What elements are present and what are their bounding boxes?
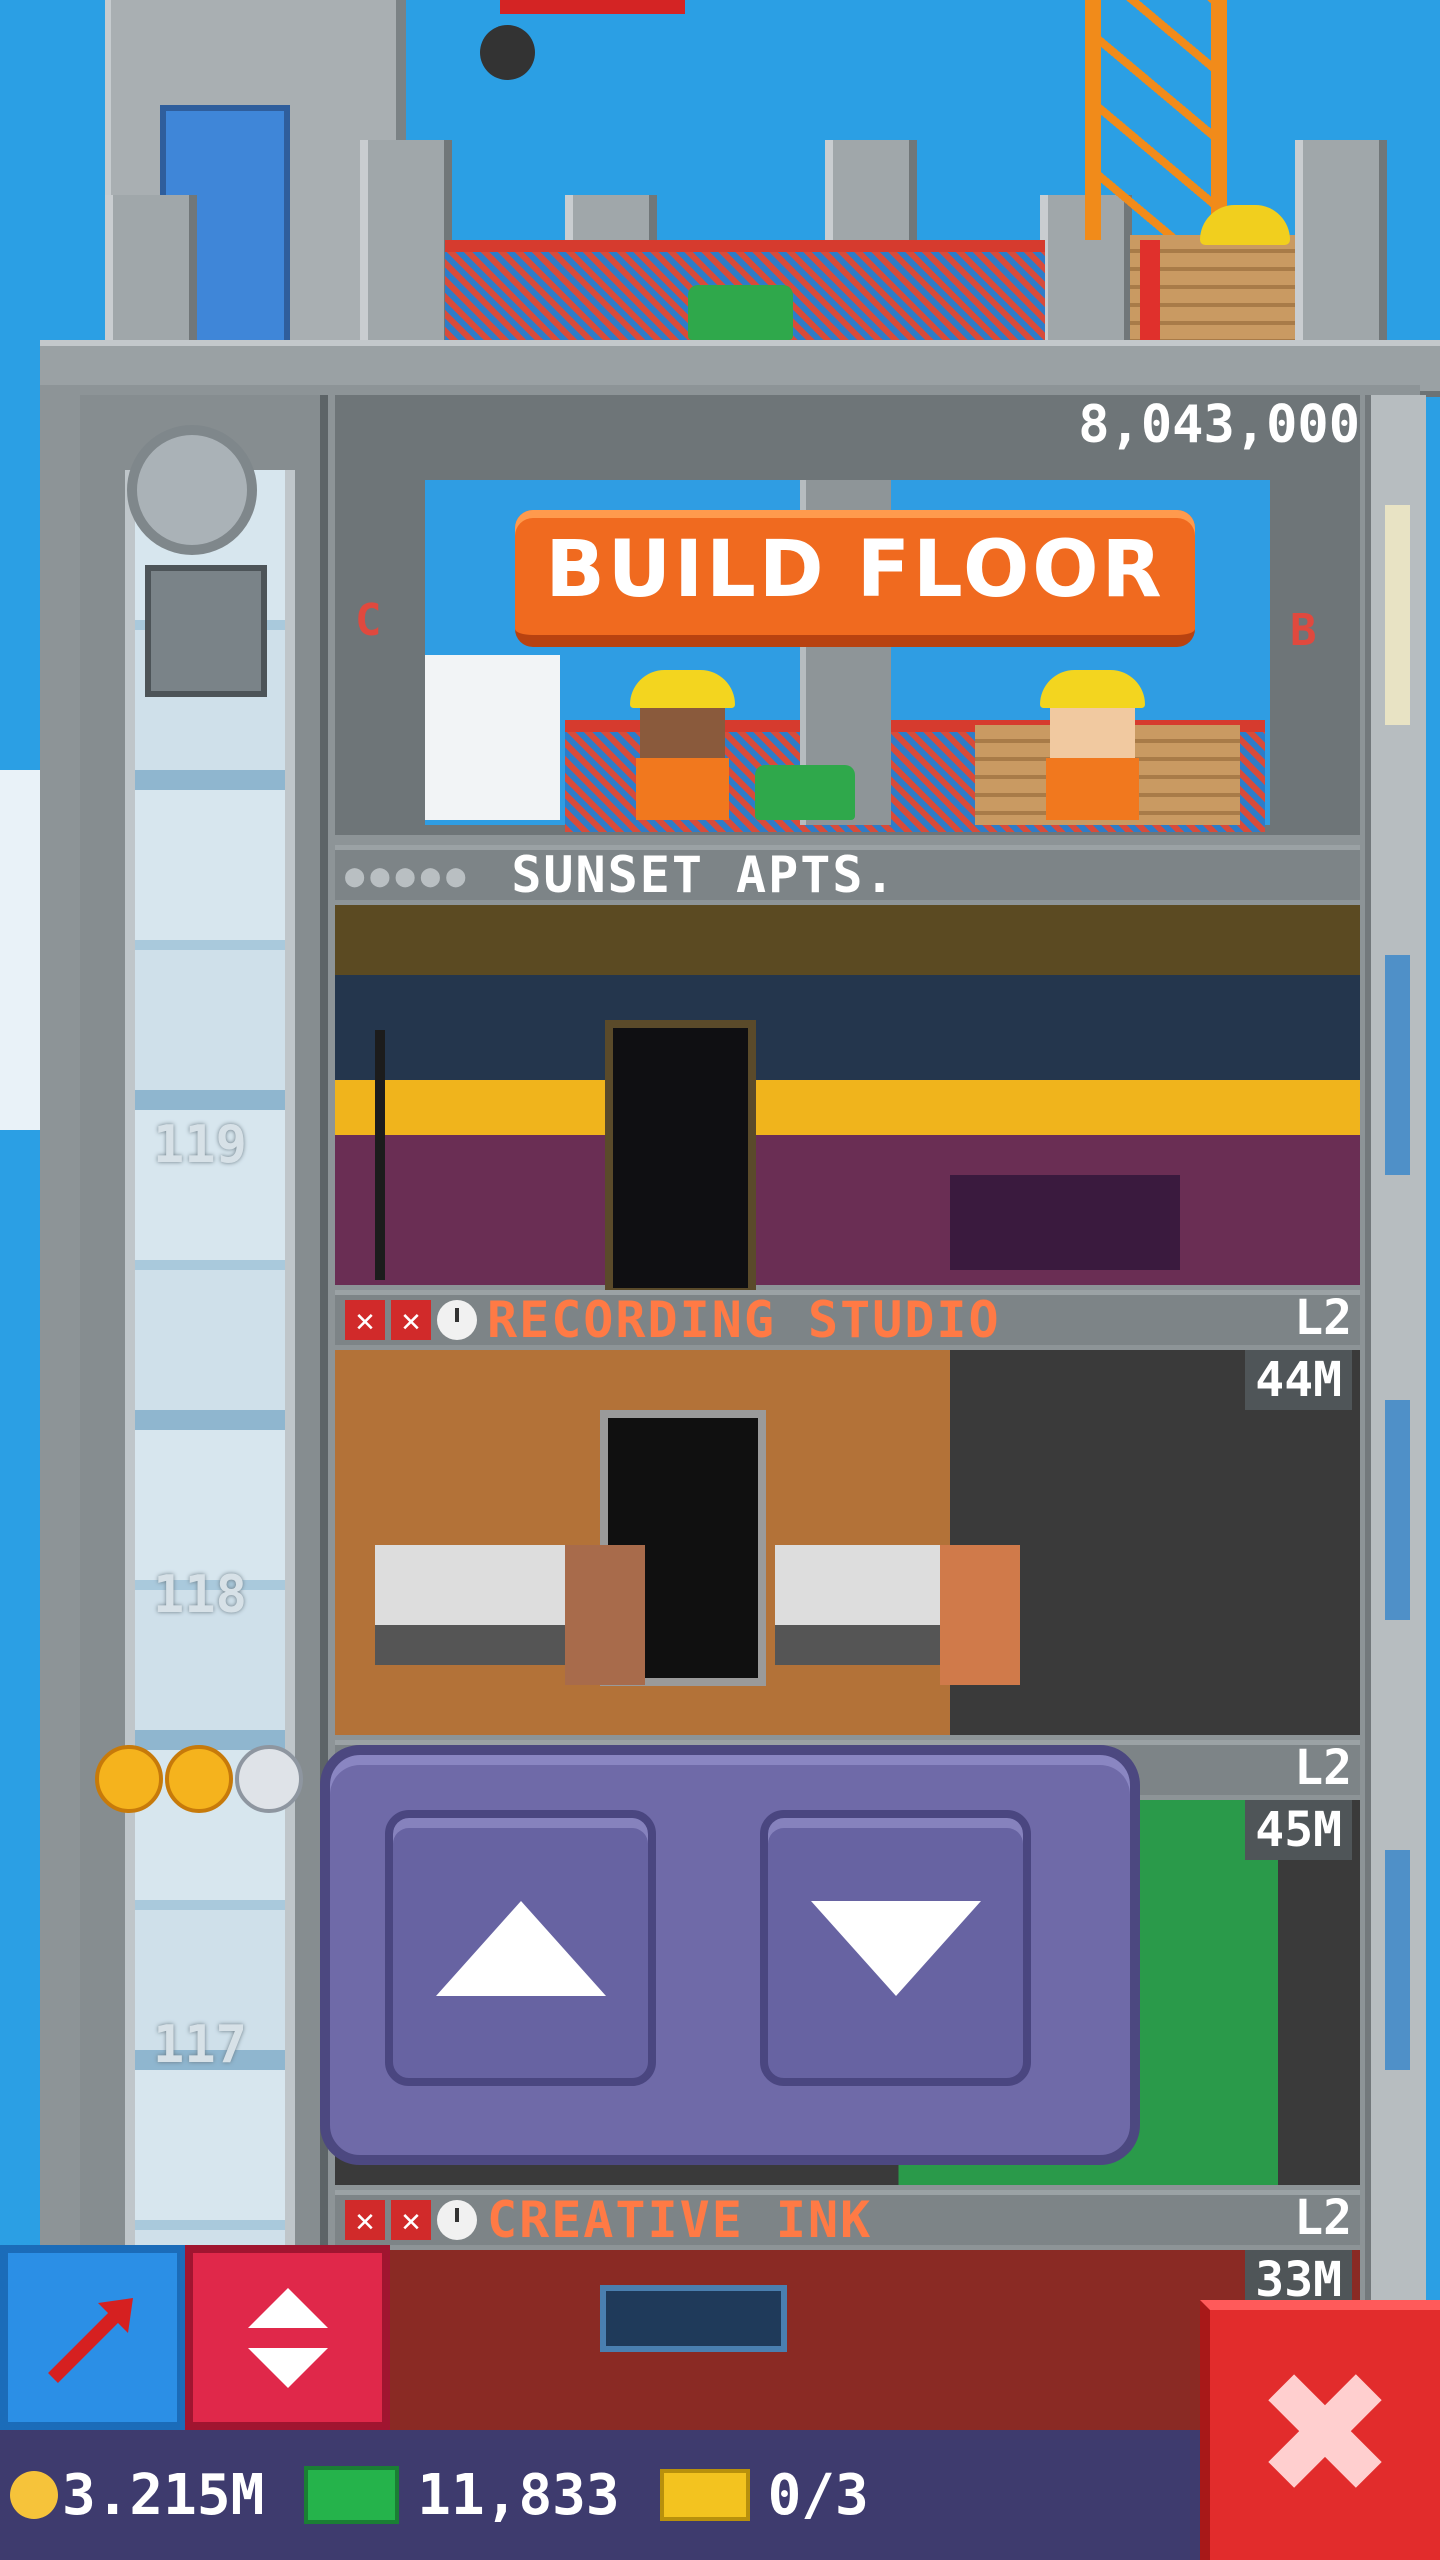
floor-level: L2 — [1294, 1740, 1352, 1796]
elevator-toggle-button[interactable] — [185, 2245, 390, 2430]
close-x-icon: ✖ — [1253, 2336, 1397, 2534]
red-arrow-icon — [47, 2297, 133, 2383]
crane-tower — [1085, 0, 1227, 240]
construction-worker — [1040, 670, 1145, 820]
arrow-up-icon — [435, 1900, 606, 1996]
elevator-cabin — [145, 565, 267, 697]
right-window — [1385, 505, 1410, 725]
close-button[interactable]: ✖ — [1200, 2300, 1440, 2560]
mixing-console — [775, 1545, 965, 1665]
clock-icon — [437, 1300, 477, 1340]
shaft-floor-number: 117 — [153, 2015, 247, 2075]
floor-name-bar: ●●●●● SUNSET APTS. — [335, 845, 1360, 904]
shaft-floor-number: 119 — [153, 1115, 247, 1175]
floor-scene — [335, 905, 1360, 1296]
elevator-control-popup — [320, 1745, 1140, 2165]
lamp-post — [375, 1030, 385, 1280]
sofa — [950, 1175, 1180, 1270]
bux-value: 11,833 — [417, 2462, 620, 2528]
ink-shop-sign — [600, 2285, 787, 2352]
build-floor-tool-bag — [755, 765, 855, 820]
floor-price: 44M — [1245, 1350, 1352, 1410]
star-filled-icon — [95, 1745, 163, 1813]
tool-bag — [688, 285, 793, 340]
floor-level: L2 — [1294, 1290, 1352, 1346]
up-down-arrows-icon — [247, 2287, 328, 2388]
right-window — [1385, 1850, 1410, 2070]
right-window — [1385, 1400, 1410, 1620]
elevator-car[interactable] — [105, 425, 290, 705]
studio-worker — [940, 1545, 1020, 1685]
star-filled-icon — [165, 1745, 233, 1813]
tickets-value: 0/3 — [767, 2462, 869, 2528]
floor-name-bar: ✕ ✕ CREATIVE INK L2 — [335, 2190, 1360, 2249]
stock-empty-icon: ✕ — [391, 1300, 431, 1340]
build-floor-button[interactable]: BUILD FLOOR — [515, 510, 1195, 647]
apartment-door — [605, 1020, 756, 1296]
tower-bux-icon — [304, 2466, 400, 2524]
construction-worker — [630, 670, 735, 820]
star-empty-icon — [235, 1745, 303, 1813]
floor-name: RECORDING STUDIO — [487, 1291, 1001, 1349]
coins-value: 3.215M — [62, 2462, 265, 2528]
resident-slots-icon: ●●●●● — [345, 856, 472, 894]
roof-pillar — [360, 140, 452, 345]
build-floor-marker-left: C — [355, 595, 382, 646]
crane-pole — [1140, 240, 1160, 340]
crane-hook-icon — [480, 25, 535, 80]
coin-icon — [10, 2471, 58, 2519]
studio-worker — [565, 1545, 645, 1685]
cloud — [0, 770, 40, 1130]
floor-name: CREATIVE INK — [487, 2191, 873, 2249]
floor-recording-studio[interactable]: ✕ ✕ RECORDING STUDIO L2 44M — [335, 1290, 1360, 1740]
stock-empty-icon: ✕ — [345, 2200, 385, 2240]
build-floor-marker-right: B — [1290, 605, 1317, 656]
drywall-stack — [425, 655, 560, 820]
shaft-floor-number: 118 — [153, 1565, 247, 1625]
currency-bar: 3.215M 11,833 0/3 — [0, 2430, 1200, 2560]
crane-flag — [500, 0, 685, 14]
arrow-down-icon — [810, 1900, 981, 1996]
elevator-pulley-icon — [127, 425, 257, 555]
elevator-up-button[interactable] — [385, 1810, 656, 2086]
golden-ticket-icon — [659, 2469, 750, 2521]
right-window — [1385, 955, 1410, 1175]
missions-button[interactable] — [0, 2245, 185, 2430]
floor-scene — [335, 1350, 1360, 1735]
floor-level: L2 — [1294, 2190, 1352, 2246]
floor-name-bar: ✕ ✕ RECORDING STUDIO L2 — [335, 1290, 1360, 1349]
floor-price: 45M — [1245, 1800, 1352, 1860]
clock-icon — [437, 2200, 477, 2240]
elevator-down-button[interactable] — [760, 1810, 1031, 2086]
stock-empty-icon: ✕ — [345, 1300, 385, 1340]
roof-pillar — [1295, 140, 1387, 345]
floor-sunset-apts[interactable]: ●●●●● SUNSET APTS. — [335, 845, 1360, 1296]
mixing-console — [375, 1545, 565, 1665]
floor-name: SUNSET APTS. — [511, 846, 897, 904]
stock-empty-icon: ✕ — [391, 2200, 431, 2240]
build-floor-cost: 8,043,000 — [1078, 395, 1360, 455]
